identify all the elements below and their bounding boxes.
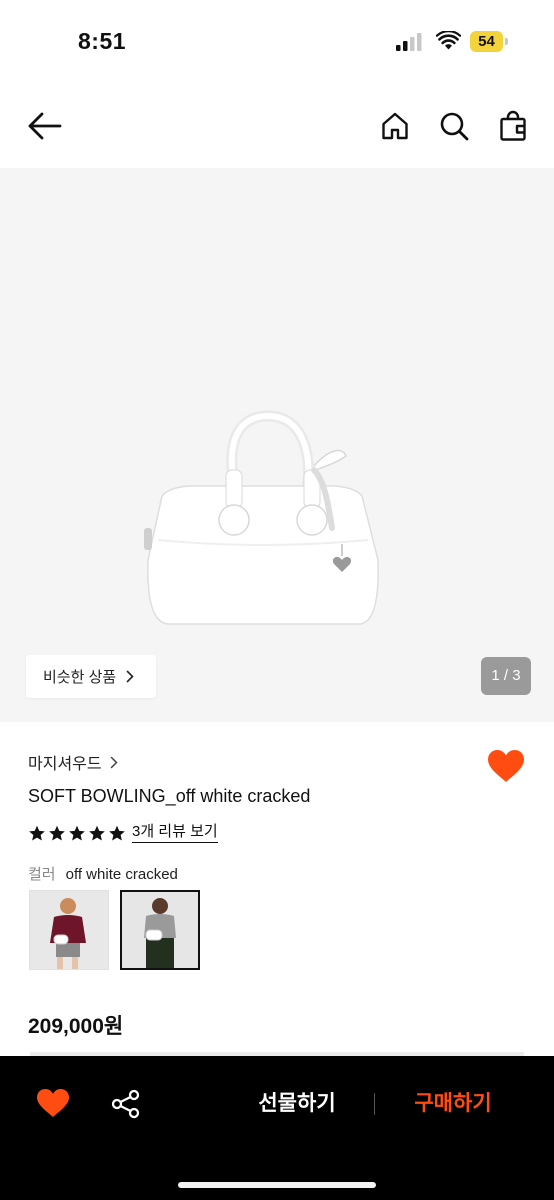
bottom-action-bar: 선물하기 구매하기 — [0, 1056, 554, 1200]
cellular-signal-icon — [396, 33, 422, 51]
home-indicator[interactable] — [178, 1182, 376, 1188]
home-button[interactable] — [377, 108, 413, 144]
shopping-bag-icon — [500, 110, 526, 141]
star-icon — [89, 825, 105, 841]
heart-icon[interactable] — [36, 1088, 70, 1118]
home-icon — [382, 112, 408, 140]
color-swatch-2[interactable] — [120, 890, 200, 970]
battery-cap — [505, 38, 508, 45]
star-icon — [69, 825, 85, 841]
status-bar: 8:51 54 — [0, 0, 554, 84]
star-icon — [49, 825, 65, 841]
battery-level: 54 — [478, 33, 495, 50]
chevron-right-icon — [126, 670, 134, 683]
color-value: off white cracked — [65, 866, 178, 883]
top-navigation — [0, 84, 554, 168]
heart-icon[interactable] — [487, 749, 525, 783]
color-label: 컬러 — [28, 866, 56, 883]
wifi-icon — [436, 31, 461, 50]
share-icon[interactable] — [110, 1088, 142, 1120]
review-link[interactable]: 3개 리뷰 보기 — [132, 823, 218, 843]
product-price: 209,000원 — [28, 1015, 124, 1038]
search-button[interactable] — [436, 108, 472, 144]
rating-row: 3개 리뷰 보기 — [28, 823, 218, 843]
cart-button[interactable] — [495, 108, 531, 144]
status-time: 8:51 — [78, 28, 127, 54]
brand-name: 마지셔우드 — [28, 756, 102, 773]
product-image — [144, 410, 379, 625]
star-rating — [28, 825, 126, 842]
product-name: SOFT BOWLING_off white cracked — [28, 786, 311, 806]
chevron-right-icon — [110, 756, 118, 768]
image-counter: 1 / 3 — [481, 657, 531, 695]
battery-indicator: 54 — [470, 31, 510, 52]
color-swatch-1[interactable] — [29, 890, 109, 970]
search-icon — [440, 112, 469, 141]
buy-button[interactable]: 구매하기 — [402, 1086, 504, 1122]
brand-link[interactable]: 마지셔우드 — [28, 750, 118, 774]
arrow-left-icon — [28, 112, 62, 140]
gift-button[interactable]: 선물하기 — [246, 1086, 348, 1122]
button-divider — [374, 1093, 375, 1115]
color-option-row: 컬러 off white cracked — [28, 863, 178, 884]
similar-products-button[interactable]: 비슷한 상품 — [26, 655, 156, 698]
star-icon — [109, 825, 125, 841]
product-image-gallery[interactable]: 비슷한 상품 1 / 3 — [0, 168, 554, 722]
back-button[interactable] — [27, 108, 63, 144]
star-icon — [29, 825, 45, 841]
color-swatch-image — [30, 891, 108, 969]
similar-products-label: 비슷한 상품 — [43, 669, 117, 686]
color-swatch-image — [122, 892, 198, 968]
